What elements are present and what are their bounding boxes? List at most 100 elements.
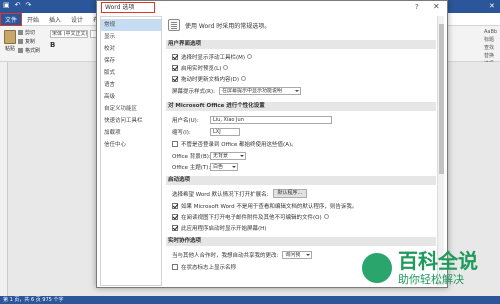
nav-typography[interactable]: 版式 xyxy=(101,67,161,79)
default-program-label: 如果 Microsoft Word 不是用于查看和编辑文档的默认程序，则告诉我。 xyxy=(181,203,358,210)
nav-quick-access[interactable]: 快速访问工具栏 xyxy=(101,115,161,127)
share-changes-select[interactable]: 询问我 xyxy=(282,250,313,259)
vertical-ruler xyxy=(0,62,8,296)
nav-advanced[interactable]: 高级 xyxy=(101,91,161,103)
mini-toolbar-label: 选择时显示浮动工具栏(M) xyxy=(181,54,246,61)
watermark-text: 百科全说 助你轻松解决 xyxy=(398,249,478,287)
tab-design[interactable]: 设计 xyxy=(66,15,88,24)
screentip-select[interactable]: 在屏幕提示中显示功能说明 xyxy=(218,86,301,95)
nav-customize-ribbon[interactable]: 自定义功能区 xyxy=(101,103,161,115)
username-input[interactable]: Liu, Xiao Jun xyxy=(210,115,332,124)
save-icon[interactable]: ▣ xyxy=(3,1,10,9)
option-reading-view[interactable]: 在阅读视图下打开电子邮件附件及其他不可编辑的文件(O) xyxy=(172,212,329,221)
brush-icon xyxy=(18,48,23,53)
dialog-title: Word 选项 xyxy=(101,2,155,13)
option-update-drag[interactable]: 拖动时更新文档内容(D) xyxy=(172,74,247,83)
share-changes-row: 当与其他人合作时，我想自动共享我的更改: 询问我 xyxy=(172,250,313,259)
watermark: 百科全说 助你轻松解决 xyxy=(360,242,500,294)
office-theme-select[interactable]: 白色 xyxy=(210,162,238,171)
nav-addins[interactable]: 加载项 xyxy=(101,127,161,139)
dialog-titlebar: Word 选项 ? ✕ xyxy=(97,1,447,15)
default-programs-button[interactable]: 默认程序... xyxy=(272,189,308,198)
default-ext-row: 选择希望 Word 默认情况下打开扩展名: 默认程序... xyxy=(172,189,308,198)
file-tab[interactable]: 文件 xyxy=(0,12,22,26)
start-screen-checkbox[interactable] xyxy=(172,224,178,231)
screentip-row: 屏幕提示样式(R): 在屏幕提示中显示功能说明 xyxy=(172,86,301,95)
bold-button[interactable]: B xyxy=(50,41,55,49)
quick-access-toolbar: ▣ ↶ ↷ xyxy=(3,1,31,9)
watermark-logo-icon xyxy=(360,251,394,285)
option-default-program[interactable]: 如果 Microsoft Word 不是用于查看和编辑文档的默认程序，则告诉我。 xyxy=(172,201,357,210)
office-theme-label: Office 主题(T): xyxy=(172,164,211,171)
font-name-select[interactable]: 宋体 (中文正文) xyxy=(50,30,88,38)
nav-general[interactable]: 常规 xyxy=(101,19,161,31)
default-ext-label: 选择希望 Word 默认情况下打开扩展名: xyxy=(172,191,269,198)
presence-label: 在状态标志上显示名称 xyxy=(181,264,237,271)
options-header: 使用 Word 时采用的常规选项。 xyxy=(166,16,436,38)
info-icon xyxy=(223,65,229,70)
window-close-icon[interactable]: ✕ xyxy=(489,2,495,10)
paste-button[interactable]: 粘贴 xyxy=(3,30,17,52)
options-header-text: 使用 Word 时采用的常规选项。 xyxy=(185,23,271,30)
office-theme-row: Office 主题(T): 白色 xyxy=(172,162,238,171)
always-use-label: 不管是否登录到 Office 都始终使用这些值(A)。 xyxy=(181,141,297,148)
find-button[interactable]: 查找 xyxy=(484,44,500,52)
reading-view-label: 在阅读视图下打开电子邮件附件及其他不可编辑的文件(O) xyxy=(181,214,322,221)
option-presence[interactable]: 在状态标志上显示名称 xyxy=(172,262,236,271)
initials-input[interactable]: LXJ xyxy=(210,127,240,136)
style-heading[interactable]: 标题 xyxy=(484,36,500,44)
clipboard-icon xyxy=(4,30,16,44)
style-preview[interactable]: AaBb xyxy=(484,28,500,36)
live-preview-label: 启用实时预览(L) xyxy=(181,65,222,72)
replace-button[interactable]: 替换 xyxy=(484,52,500,60)
info-icon xyxy=(323,214,329,219)
watermark-title: 百科全说 xyxy=(398,249,478,273)
option-always-use[interactable]: 不管是否登录到 Office 都始终使用这些值(A)。 xyxy=(172,139,297,148)
nav-display[interactable]: 显示 xyxy=(101,31,161,43)
tab-home[interactable]: 开始 xyxy=(22,15,44,24)
watermark-subtitle: 助你轻松解决 xyxy=(398,273,464,286)
live-preview-checkbox[interactable] xyxy=(172,64,178,71)
clipboard-group: 剪切 复制 格式刷 xyxy=(18,29,40,56)
default-program-checkbox[interactable] xyxy=(172,202,178,209)
copy-icon xyxy=(18,39,23,44)
nav-language[interactable]: 语言 xyxy=(101,79,161,91)
info-icon xyxy=(241,76,247,81)
always-use-checkbox[interactable] xyxy=(172,140,178,147)
username-label: 用户名(U): xyxy=(172,117,199,124)
cut-button[interactable]: 剪切 xyxy=(18,29,40,38)
status-bar: 第 1 页，共 6 页 975 个字 xyxy=(0,296,500,304)
format-painter-button[interactable]: 格式刷 xyxy=(18,47,40,56)
copy-button[interactable]: 复制 xyxy=(18,38,40,47)
start-screen-label: 此应用程序启动时显示开始屏幕(H) xyxy=(181,225,267,232)
option-mini-toolbar[interactable]: 选择时显示浮动工具栏(M) xyxy=(172,52,253,61)
nav-save[interactable]: 保存 xyxy=(101,55,161,67)
update-drag-checkbox[interactable] xyxy=(172,75,178,82)
screentip-label: 屏幕提示样式(R): xyxy=(172,88,215,95)
username-row: 用户名(U): Liu, Xiao Jun xyxy=(172,115,332,124)
nav-trust-center[interactable]: 信任中心 xyxy=(101,139,161,151)
nav-proofing[interactable]: 校对 xyxy=(101,43,161,55)
options-general-icon xyxy=(168,19,180,31)
option-start-screen[interactable]: 此应用程序启动时显示开始屏幕(H) xyxy=(172,223,266,232)
office-bg-row: Office 背景(B): 无背景 xyxy=(172,151,246,160)
option-live-preview[interactable]: 启用实时预览(L) xyxy=(172,63,229,72)
update-drag-label: 拖动时更新文档内容(D) xyxy=(181,76,240,83)
paste-label: 粘贴 xyxy=(4,46,15,52)
section-startup: 启动选项 xyxy=(166,176,436,185)
office-bg-label: Office 背景(B): xyxy=(172,153,211,160)
reading-view-checkbox[interactable] xyxy=(172,213,178,220)
redo-icon[interactable]: ↷ xyxy=(26,1,32,9)
office-bg-select[interactable]: 无背景 xyxy=(210,151,246,160)
section-personalize: 对 Microsoft Office 进行个性化设置 xyxy=(166,102,436,111)
initials-row: 缩写(I): LXJ xyxy=(172,127,240,136)
dialog-close-icon[interactable]: ✕ xyxy=(433,2,440,11)
options-nav: 常规 显示 校对 保存 版式 语言 高级 自定义功能区 快速访问工具栏 加载项 … xyxy=(100,16,162,286)
dialog-help-icon[interactable]: ? xyxy=(415,3,419,11)
initials-label: 缩写(I): xyxy=(172,129,191,136)
undo-icon[interactable]: ↶ xyxy=(15,1,21,9)
mini-toolbar-checkbox[interactable] xyxy=(172,53,178,60)
presence-checkbox[interactable] xyxy=(172,263,178,270)
scrollbar-thumb[interactable] xyxy=(439,24,444,174)
tab-insert[interactable]: 插入 xyxy=(44,15,66,24)
